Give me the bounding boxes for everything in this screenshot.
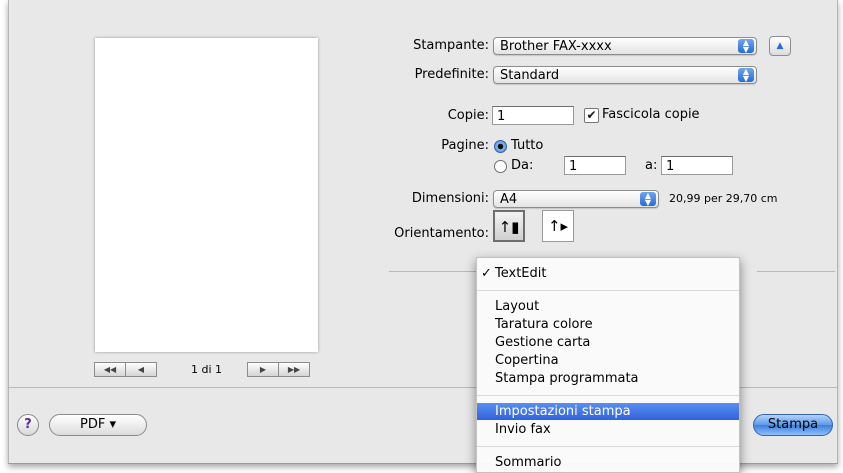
- pages-to-field[interactable]: 1: [661, 156, 733, 175]
- menu-item-color-matching[interactable]: Taratura colore: [477, 316, 739, 333]
- preview-nav-forward: ▶ ▶▶: [247, 362, 310, 377]
- pages-from-field[interactable]: 1: [564, 156, 626, 175]
- menu-item-cover-page[interactable]: Copertina: [477, 352, 739, 369]
- chevron-up-icon: ▲: [776, 41, 784, 51]
- preview-nav-back: ◀◀ ◀: [94, 362, 157, 377]
- paper-size-label: Dimensioni:: [411, 191, 489, 206]
- page-count: 1 di 1: [191, 363, 223, 376]
- menu-item-summary[interactable]: Sommario: [477, 454, 739, 471]
- menu-item-label: TextEdit: [495, 266, 547, 281]
- printer-label: Stampante:: [413, 38, 489, 53]
- popup-arrows-icon: ▲ ▼: [640, 192, 656, 207]
- help-button[interactable]: ?: [17, 414, 39, 436]
- portrait-orientation-button[interactable]: ↑▮: [493, 210, 525, 242]
- menu-item-send-fax[interactable]: Invio fax: [477, 421, 739, 438]
- menu-item-textedit[interactable]: ✓ TextEdit: [477, 265, 739, 282]
- pages-range-radio[interactable]: [494, 160, 507, 173]
- pages-to-label: a:: [645, 158, 658, 173]
- printer-value: Brother FAX-xxxx: [500, 39, 612, 54]
- menu-separator: [477, 395, 739, 396]
- landscape-orientation-button[interactable]: ↑▸: [542, 210, 574, 242]
- checkmark-icon: ✓: [481, 266, 492, 281]
- pages-label: Pagine:: [441, 138, 489, 153]
- landscape-orientation-icon: ↑▸: [547, 217, 569, 235]
- section-divider-right: [757, 271, 835, 272]
- pdf-button[interactable]: PDF ▾: [49, 414, 147, 436]
- presets-popup[interactable]: Standard ▲ ▼: [493, 66, 757, 84]
- menu-item-print-settings[interactable]: Impostazioni stampa: [477, 403, 739, 420]
- previous-page-button[interactable]: ◀: [126, 362, 157, 377]
- preview-page: [95, 38, 318, 352]
- collate-checkbox[interactable]: ✔: [584, 108, 599, 123]
- pages-from-label: Da:: [511, 158, 534, 173]
- print-button[interactable]: Stampa: [753, 414, 833, 436]
- popup-arrows-icon: ▲ ▼: [738, 39, 754, 54]
- menu-item-paper-handling[interactable]: Gestione carta: [477, 334, 739, 351]
- paper-size-value: A4: [500, 192, 518, 207]
- popup-arrows-icon: ▲ ▼: [738, 68, 754, 83]
- section-divider-left: [389, 271, 485, 272]
- menu-item-layout[interactable]: Layout: [477, 298, 739, 315]
- menu-separator: [477, 290, 739, 291]
- last-page-button[interactable]: ▶▶: [279, 362, 310, 377]
- presets-label: Predefinite:: [414, 67, 489, 82]
- menu-separator: [477, 446, 739, 447]
- copies-field[interactable]: 1: [492, 106, 574, 125]
- next-page-button[interactable]: ▶: [247, 362, 279, 377]
- pages-all-label: Tutto: [511, 138, 544, 153]
- first-page-button[interactable]: ◀◀: [94, 362, 126, 377]
- paper-dimensions: 20,99 per 29,70 cm: [669, 192, 778, 205]
- presets-value: Standard: [500, 68, 560, 83]
- pages-all-radio[interactable]: [494, 140, 507, 153]
- printer-popup[interactable]: Brother FAX-xxxx ▲ ▼: [493, 37, 757, 55]
- paper-size-popup[interactable]: A4 ▲ ▼: [493, 190, 659, 208]
- portrait-orientation-icon: ↑▮: [498, 218, 520, 236]
- orientation-label: Orientamento:: [394, 226, 489, 241]
- panel-selector-menu: ✓ TextEdit Layout Taratura colore Gestio…: [476, 257, 740, 473]
- collapse-details-button[interactable]: ▲: [769, 36, 791, 56]
- copies-label: Copie:: [447, 108, 489, 123]
- menu-item-scheduler[interactable]: Stampa programmata: [477, 370, 739, 387]
- collate-label: Fascicola copie: [602, 107, 700, 122]
